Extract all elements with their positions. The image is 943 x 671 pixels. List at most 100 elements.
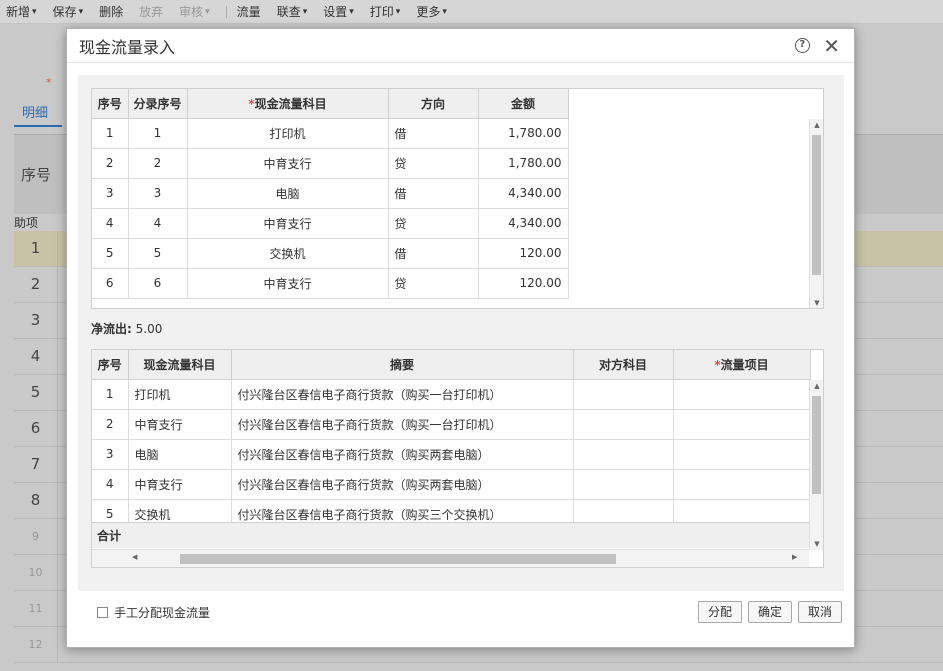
cell-summary[interactable]: 付兴隆台区春信电子商行货款（购买一台打印机） bbox=[231, 379, 574, 410]
cell-flow-item[interactable] bbox=[673, 469, 811, 500]
cell-direction[interactable]: 借 bbox=[388, 118, 479, 149]
cell-subject[interactable]: 中育支行 bbox=[187, 268, 389, 299]
cell-seq[interactable]: 1 bbox=[92, 379, 129, 410]
toolbar-item[interactable]: 更多 bbox=[416, 3, 440, 20]
toolbar-item[interactable]: 新增 bbox=[6, 3, 30, 20]
col-header-flow-item: *流量项目 bbox=[673, 350, 811, 380]
toolbar-item[interactable]: 设置 bbox=[323, 3, 347, 20]
cell-summary[interactable]: 付兴隆台区春信电子商行货款（购买一台打印机） bbox=[231, 409, 574, 440]
cell-flow-item[interactable] bbox=[673, 379, 811, 410]
scroll-down-icon[interactable]: ▼ bbox=[810, 540, 823, 548]
tab-detail[interactable]: 明细 bbox=[14, 100, 62, 127]
cell-subject[interactable]: 中育支行 bbox=[128, 469, 232, 500]
row-number: 1 bbox=[14, 231, 58, 266]
cashflow-grid-row[interactable]: 6 6 中育支行贷 120.00 bbox=[92, 268, 569, 299]
scroll-up-icon[interactable]: ▲ bbox=[810, 382, 823, 390]
cell-subject[interactable]: 交换机 bbox=[187, 238, 389, 269]
toolbar-item[interactable]: 流量 bbox=[237, 3, 261, 20]
cell-subject[interactable]: 打印机 bbox=[187, 118, 389, 149]
cell-amount[interactable]: 4,340.00 bbox=[478, 178, 569, 209]
cell-direction[interactable]: 借 bbox=[388, 238, 479, 269]
toolbar-item[interactable]: 保存 bbox=[53, 3, 77, 20]
cell-seq[interactable]: 5 bbox=[92, 238, 129, 269]
detail-grid-row[interactable]: 2 中育支行 付兴隆台区春信电子商行货款（购买一台打印机） bbox=[92, 409, 811, 440]
cell-seq[interactable]: 4 bbox=[92, 469, 129, 500]
cell-entry-seq[interactable]: 6 bbox=[128, 268, 188, 299]
cashflow-grid-row[interactable]: 1 1 打印机借 1,780.00 bbox=[92, 118, 569, 149]
cell-seq[interactable]: 3 bbox=[92, 178, 129, 209]
cell-amount[interactable]: 120.00 bbox=[478, 238, 569, 269]
scroll-thumb[interactable] bbox=[812, 396, 821, 494]
toolbar-item[interactable]: 审核 bbox=[179, 3, 203, 20]
chevron-down-icon[interactable]: ▾ bbox=[442, 7, 447, 17]
cell-counter-subject[interactable] bbox=[573, 439, 674, 470]
manual-allocate-checkbox[interactable] bbox=[97, 607, 108, 618]
cashflow-grid-row[interactable]: 2 2 中育支行贷 1,780.00 bbox=[92, 148, 569, 179]
toolbar-item[interactable]: 打印 bbox=[370, 3, 394, 20]
scroll-thumb[interactable] bbox=[180, 554, 616, 564]
cell-amount[interactable]: 120.00 bbox=[478, 268, 569, 299]
chevron-down-icon[interactable]: ▾ bbox=[303, 7, 308, 17]
toolbar-item[interactable]: 联查 bbox=[277, 3, 301, 20]
cell-amount[interactable]: 1,780.00 bbox=[478, 148, 569, 179]
cell-seq[interactable]: 6 bbox=[92, 268, 129, 299]
scroll-up-icon[interactable]: ▲ bbox=[810, 121, 823, 129]
cell-seq[interactable]: 1 bbox=[92, 118, 129, 149]
cell-counter-subject[interactable] bbox=[573, 379, 674, 410]
scroll-right-icon[interactable]: ▶ bbox=[792, 553, 797, 561]
detail-grid-row[interactable]: 4 中育支行 付兴隆台区春信电子商行货款（购买两套电脑） bbox=[92, 469, 811, 500]
cell-entry-seq[interactable]: 4 bbox=[128, 208, 188, 239]
scroll-thumb[interactable] bbox=[812, 135, 821, 275]
cell-subject[interactable]: 中育支行 bbox=[187, 148, 389, 179]
toolbar-item[interactable]: 放弃 bbox=[139, 3, 163, 20]
cell-seq[interactable]: 2 bbox=[92, 148, 129, 179]
cell-summary[interactable]: 付兴隆台区春信电子商行货款（购买两套电脑） bbox=[231, 469, 574, 500]
detail-grid-vscrollbar[interactable]: ▲ ▼ bbox=[809, 380, 823, 550]
confirm-button[interactable]: 确定 bbox=[748, 601, 792, 623]
cell-counter-subject[interactable] bbox=[573, 469, 674, 500]
cell-entry-seq[interactable]: 5 bbox=[128, 238, 188, 269]
cell-subject[interactable]: 中育支行 bbox=[128, 409, 232, 440]
cell-entry-seq[interactable]: 3 bbox=[128, 178, 188, 209]
cell-direction[interactable]: 借 bbox=[388, 178, 479, 209]
help-icon[interactable]: ? bbox=[793, 37, 811, 55]
toolbar-item[interactable]: 删除 bbox=[99, 3, 123, 20]
chevron-down-icon[interactable]: ▾ bbox=[205, 7, 210, 17]
scroll-down-icon[interactable]: ▼ bbox=[810, 299, 823, 307]
cell-amount[interactable]: 1,780.00 bbox=[478, 118, 569, 149]
cell-subject[interactable]: 打印机 bbox=[128, 379, 232, 410]
cell-entry-seq[interactable]: 1 bbox=[128, 118, 188, 149]
cell-counter-subject[interactable] bbox=[573, 409, 674, 440]
detail-grid-hscrollbar[interactable]: ◀ ▶ bbox=[92, 549, 809, 567]
cell-direction[interactable]: 贷 bbox=[388, 208, 479, 239]
cashflow-grid-vscrollbar[interactable]: ▲ ▼ bbox=[809, 119, 823, 308]
cell-subject[interactable]: 电脑 bbox=[128, 439, 232, 470]
cashflow-grid-row[interactable]: 3 3 电脑借 4,340.00 bbox=[92, 178, 569, 209]
cell-amount[interactable]: 4,340.00 bbox=[478, 208, 569, 239]
cell-seq[interactable]: 4 bbox=[92, 208, 129, 239]
chevron-down-icon[interactable]: ▾ bbox=[32, 7, 37, 17]
cell-seq[interactable]: 3 bbox=[92, 439, 129, 470]
cancel-button[interactable]: 取消 bbox=[798, 601, 842, 623]
manual-allocate-option[interactable]: 手工分配现金流量 bbox=[97, 604, 210, 621]
scroll-left-icon[interactable]: ◀ bbox=[132, 553, 137, 561]
chevron-down-icon[interactable]: ▾ bbox=[396, 7, 401, 17]
cashflow-grid-row[interactable]: 4 4 中育支行贷 4,340.00 bbox=[92, 208, 569, 239]
chevron-down-icon[interactable]: ▾ bbox=[79, 7, 84, 17]
allocate-button[interactable]: 分配 bbox=[698, 601, 742, 623]
chevron-down-icon[interactable]: ▾ bbox=[349, 7, 354, 17]
cell-subject[interactable]: 电脑 bbox=[187, 178, 389, 209]
cell-entry-seq[interactable]: 2 bbox=[128, 148, 188, 179]
cell-subject[interactable]: 中育支行 bbox=[187, 208, 389, 239]
cell-flow-item[interactable] bbox=[673, 439, 811, 470]
cell-flow-item[interactable] bbox=[673, 409, 811, 440]
cashflow-grid-row[interactable]: 5 5 交换机借 120.00 bbox=[92, 238, 569, 269]
detail-grid-row[interactable]: 3 电脑 付兴隆台区春信电子商行货款（购买两套电脑） bbox=[92, 439, 811, 470]
cell-direction[interactable]: 贷 bbox=[388, 148, 479, 179]
cell-direction[interactable]: 贷 bbox=[388, 268, 479, 299]
cell-seq[interactable]: 2 bbox=[92, 409, 129, 440]
detail-grid-row[interactable]: 1 打印机 付兴隆台区春信电子商行货款（购买一台打印机） bbox=[92, 379, 811, 410]
col-header-amount: 金额 bbox=[478, 89, 569, 119]
close-icon[interactable]: ✕ bbox=[823, 36, 840, 56]
cell-summary[interactable]: 付兴隆台区春信电子商行货款（购买两套电脑） bbox=[231, 439, 574, 470]
